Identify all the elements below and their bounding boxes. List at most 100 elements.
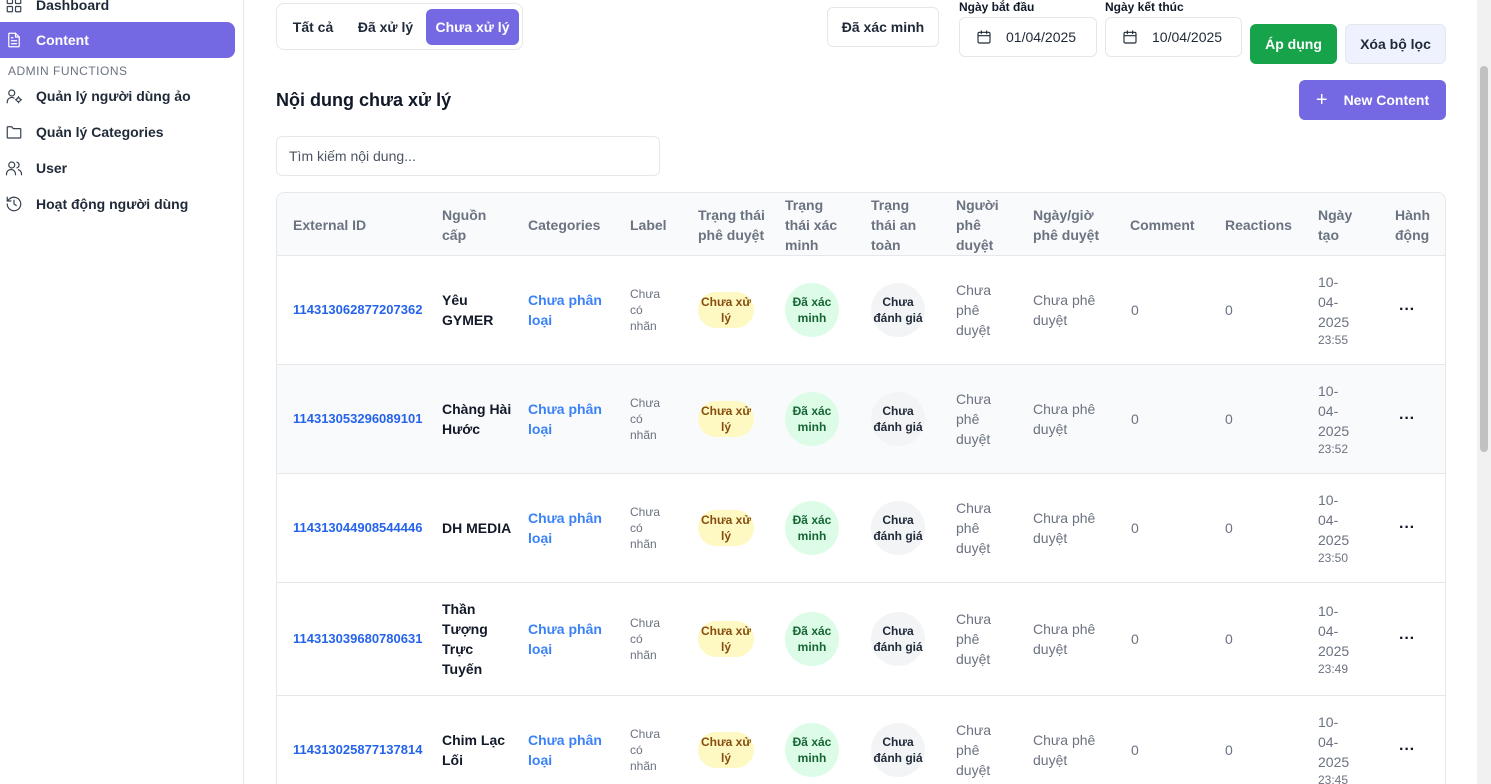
- sidebar-item-user-activity[interactable]: Hoạt động người dùng: [0, 186, 188, 222]
- calendar-icon: [1123, 30, 1137, 44]
- created-date: 10-04-2025 23:49: [1318, 603, 1350, 676]
- source-name: Chàng Hài Hước: [442, 401, 512, 437]
- approver-value: Chưa phê duyệt: [956, 611, 992, 667]
- approved-at-value: Chưa phê duyệt: [1033, 401, 1096, 437]
- more-actions-button[interactable]: ···: [1399, 409, 1415, 429]
- sidebar-item-label: Quản lý Categories: [36, 124, 164, 140]
- label-value: Chưa có nhãn: [630, 287, 661, 333]
- column-header-created: Ngày tạo: [1318, 206, 1353, 243]
- comment-count: 0: [1131, 520, 1139, 536]
- category-link[interactable]: Chưa phân loại: [528, 399, 608, 439]
- sidebar-item-label: Content: [36, 32, 89, 48]
- column-header-categories: Categories: [528, 216, 601, 233]
- category-link[interactable]: Chưa phân loại: [528, 730, 608, 770]
- more-actions-button[interactable]: ···: [1399, 300, 1415, 320]
- column-header-approved-at: Ngày/giờ phê duyệt: [1033, 206, 1100, 243]
- clear-filter-button[interactable]: Xóa bộ lọc: [1345, 24, 1446, 64]
- sidebar-item-user[interactable]: User: [0, 150, 67, 186]
- approver-value: Chưa phê duyệt: [956, 282, 992, 338]
- external-id-link[interactable]: 114313053296089101: [293, 409, 422, 429]
- source-name: Thần Tượng Trực Tuyến: [442, 601, 488, 677]
- end-date-picker[interactable]: 10/04/2025: [1105, 17, 1242, 57]
- column-header-approver: Người phê duyệt: [956, 196, 999, 253]
- verification-status-badge: Đã xác minh: [785, 501, 839, 555]
- category-link[interactable]: Chưa phân loại: [528, 290, 608, 330]
- page-scrollbar[interactable]: [1477, 0, 1491, 784]
- label-value: Chưa có nhãn: [630, 396, 661, 442]
- category-link[interactable]: Chưa phân loại: [528, 508, 608, 548]
- external-id-link[interactable]: 114313062877207362: [293, 300, 422, 320]
- folder-icon: [4, 122, 24, 142]
- column-header-source: Nguồn cấp: [442, 206, 487, 243]
- column-header-verification-status: Trạng thái xác minh: [785, 196, 838, 253]
- new-content-button[interactable]: + New Content: [1299, 80, 1446, 120]
- approved-at-value: Chưa phê duyệt: [1033, 732, 1096, 768]
- reaction-count: 0: [1225, 520, 1233, 536]
- sidebar-item-content[interactable]: Content: [0, 22, 235, 58]
- safety-status-badge: Chưa đánh giá: [871, 501, 925, 555]
- reaction-count: 0: [1225, 631, 1233, 647]
- more-actions-button[interactable]: ···: [1399, 740, 1415, 760]
- approval-status-badge: Chưa xử lý: [698, 732, 754, 768]
- end-date-label: Ngày kết thúc: [1105, 0, 1184, 14]
- verified-filter-button[interactable]: Đã xác minh: [827, 7, 939, 47]
- table-row[interactable]: 114313062877207362 Yêu GYMER Chưa phân l…: [277, 256, 1445, 365]
- more-actions-button[interactable]: ···: [1399, 629, 1415, 649]
- approver-value: Chưa phê duyệt: [956, 391, 992, 447]
- search-input[interactable]: [276, 136, 660, 176]
- sidebar-item-virtual-users[interactable]: Quản lý người dùng ảo: [0, 78, 191, 114]
- table-row[interactable]: 114313044908544446 DH MEDIA Chưa phân lo…: [277, 474, 1445, 583]
- column-header-safety-status: Trạng thái an toàn: [871, 196, 917, 253]
- document-icon: [4, 30, 24, 50]
- scrollbar-thumb[interactable]: [1480, 66, 1488, 452]
- start-date-picker[interactable]: 01/04/2025: [959, 17, 1097, 57]
- plus-icon: +: [1315, 89, 1328, 111]
- table-header: External ID Nguồn cấp Categories Label T…: [277, 193, 1445, 256]
- column-header-comment: Comment: [1130, 216, 1195, 233]
- source-name: Yêu GYMER: [442, 292, 494, 328]
- reaction-count: 0: [1225, 411, 1233, 427]
- safety-status-badge: Chưa đánh giá: [871, 283, 925, 337]
- content-table: External ID Nguồn cấp Categories Label T…: [276, 192, 1446, 784]
- source-name: Chim Lạc Lối: [442, 732, 506, 768]
- table-row[interactable]: 114313025877137814 Chim Lạc Lối Chưa phâ…: [277, 696, 1445, 784]
- page-title: Nội dung chưa xử lý: [276, 90, 452, 110]
- reaction-count: 0: [1225, 302, 1233, 318]
- column-header-actions: Hành động: [1395, 206, 1430, 243]
- comment-count: 0: [1131, 411, 1139, 427]
- verification-status-badge: Đã xác minh: [785, 612, 839, 666]
- approval-status-badge: Chưa xử lý: [698, 621, 754, 657]
- tab-processed[interactable]: Đã xử lý: [347, 9, 424, 45]
- start-date-label: Ngày bắt đầu: [959, 0, 1035, 14]
- column-header-approval-status: Trạng thái phê duyệt: [698, 206, 765, 243]
- approved-at-value: Chưa phê duyệt: [1033, 510, 1096, 546]
- comment-count: 0: [1131, 742, 1139, 758]
- approval-status-badge: Chưa xử lý: [698, 510, 754, 546]
- external-id-link[interactable]: 114313039680780631: [293, 629, 422, 649]
- verification-status-badge: Đã xác minh: [785, 392, 839, 446]
- category-link[interactable]: Chưa phân loại: [528, 619, 608, 659]
- more-actions-button[interactable]: ···: [1399, 518, 1415, 538]
- user-cog-icon: [4, 86, 24, 106]
- comment-count: 0: [1131, 302, 1139, 318]
- reaction-count: 0: [1225, 742, 1233, 758]
- sidebar-item-categories[interactable]: Quản lý Categories: [0, 114, 164, 150]
- apply-filter-button[interactable]: Áp dụng: [1250, 24, 1337, 64]
- sidebar-item-label: Dashboard: [36, 0, 110, 13]
- external-id-link[interactable]: 114313025877137814: [293, 740, 422, 760]
- start-date-value: 01/04/2025: [1006, 29, 1077, 45]
- tab-unprocessed[interactable]: Chưa xử lý: [426, 9, 519, 45]
- external-id-link[interactable]: 114313044908544446: [293, 518, 422, 538]
- sidebar-item-label: Hoạt động người dùng: [36, 196, 189, 212]
- tab-all[interactable]: Tất cả: [282, 9, 344, 45]
- approver-value: Chưa phê duyệt: [956, 500, 992, 556]
- approver-value: Chưa phê duyệt: [956, 722, 992, 778]
- label-value: Chưa có nhãn: [630, 727, 661, 773]
- dashboard-icon: [4, 0, 24, 15]
- sidebar-item-dashboard[interactable]: Dashboard: [0, 0, 109, 23]
- history-icon: [4, 194, 24, 214]
- table-row[interactable]: 114313053296089101 Chàng Hài Hước Chưa p…: [277, 365, 1445, 474]
- sidebar-item-label: User: [36, 160, 68, 176]
- table-row[interactable]: 114313039680780631 Thần Tượng Trực Tuyến…: [277, 583, 1445, 696]
- created-date: 10-04-2025 23:50: [1318, 492, 1350, 565]
